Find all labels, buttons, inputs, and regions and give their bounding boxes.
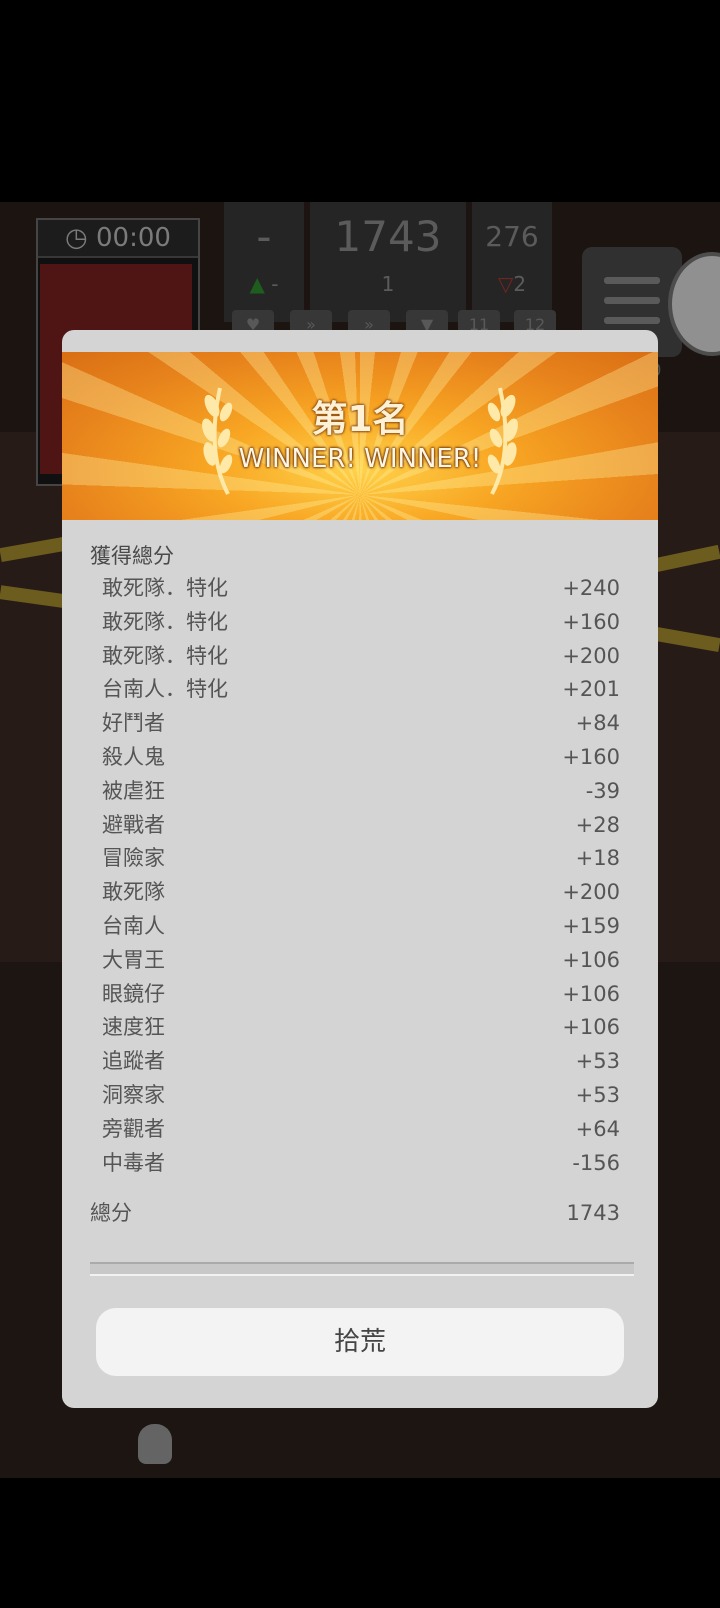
score-row-value: +160	[562, 744, 620, 769]
score-row: 敢死隊．特化 +200	[102, 640, 620, 674]
score-row-value: +53	[575, 1082, 620, 1107]
total-value: 1743	[566, 1201, 620, 1225]
score-row: 旁觀者 +64	[102, 1113, 620, 1147]
score-row: 大胃王 +106	[102, 944, 620, 978]
total-label: 總分	[90, 1201, 132, 1225]
score-row: 速度狂 +106	[102, 1011, 620, 1045]
score-row: 冒險家 +18	[102, 842, 620, 876]
result-dialog: 第1名 WINNER! WINNER! 獲得總分 敢死隊．特化 +240 敢死隊．特…	[62, 330, 658, 1408]
score-row-value: +106	[562, 947, 620, 972]
score-row: 被虐狂 -39	[102, 775, 620, 809]
scavenge-button[interactable]: 拾荒	[96, 1308, 624, 1376]
score-row-value: +201	[562, 677, 620, 702]
score-row-name: 大胃王	[102, 947, 165, 972]
winner-subtitle: WINNER! WINNER!	[238, 444, 482, 474]
score-row-name: 被虐狂	[102, 778, 165, 803]
score-row: 追蹤者 +53	[102, 1045, 620, 1079]
score-row-value: -156	[572, 1150, 620, 1175]
score-row-value: -39	[585, 778, 620, 803]
score-row-value: +18	[575, 846, 620, 871]
score-row-name: 眼鏡仔	[102, 981, 165, 1006]
score-row-name: 敢死隊	[102, 880, 165, 905]
score-row-name: 避戰者	[102, 812, 165, 837]
score-row-value: +200	[562, 643, 620, 668]
score-row-value: +106	[562, 981, 620, 1006]
score-row-name: 冒險家	[102, 846, 165, 871]
score-row: 台南人 +159	[102, 910, 620, 944]
divider	[90, 1262, 634, 1276]
score-row-value: +64	[575, 1116, 620, 1141]
score-row-value: +160	[562, 609, 620, 634]
score-row-name: 速度狂	[102, 1015, 165, 1040]
score-row-name: 敢死隊．特化	[102, 643, 228, 668]
section-label: 獲得總分	[90, 544, 174, 568]
score-row: 好鬥者 +84	[102, 707, 620, 741]
score-row-value: +106	[562, 1015, 620, 1040]
score-row-name: 敢死隊．特化	[102, 576, 228, 600]
score-row-name: 台南人．特化	[102, 677, 228, 702]
score-row: 台南人．特化 +201	[102, 673, 620, 707]
score-row-name: 中毒者	[102, 1150, 165, 1175]
winner-banner: 第1名 WINNER! WINNER!	[62, 352, 658, 520]
score-row: 敢死隊 +200	[102, 876, 620, 910]
score-row-name: 台南人	[102, 913, 165, 938]
score-row-name: 好鬥者	[102, 711, 165, 736]
score-row-name: 敢死隊．特化	[102, 609, 228, 634]
rank-title: 第1名	[311, 399, 409, 440]
score-row: 敢死隊．特化 +160	[102, 606, 620, 640]
score-row-value: +53	[575, 1049, 620, 1074]
score-row-name: 洞察家	[102, 1082, 165, 1107]
score-row-value: +84	[575, 711, 620, 736]
score-row: 殺人鬼 +160	[102, 741, 620, 775]
score-row-name: 追蹤者	[102, 1049, 165, 1074]
score-row: 避戰者 +28	[102, 809, 620, 843]
score-row-name: 旁觀者	[102, 1116, 165, 1141]
bottom-black-bar	[0, 1478, 720, 1608]
score-row: 眼鏡仔 +106	[102, 978, 620, 1012]
score-row: 中毒者 -156	[102, 1147, 620, 1181]
total-row: 總分 1743	[90, 1196, 620, 1230]
score-row-value: +28	[575, 812, 620, 837]
score-row-value: +240	[562, 576, 620, 600]
score-row-value: +159	[562, 913, 620, 938]
score-list: 敢死隊．特化 +240 敢死隊．特化 +160 敢死隊．特化 +200 台南人．特化 +201…	[102, 572, 620, 1180]
score-row: 洞察家 +53	[102, 1079, 620, 1113]
score-row-value: +200	[562, 880, 620, 905]
score-row-name: 殺人鬼	[102, 744, 165, 769]
score-row: 敢死隊．特化 +240	[102, 572, 620, 606]
